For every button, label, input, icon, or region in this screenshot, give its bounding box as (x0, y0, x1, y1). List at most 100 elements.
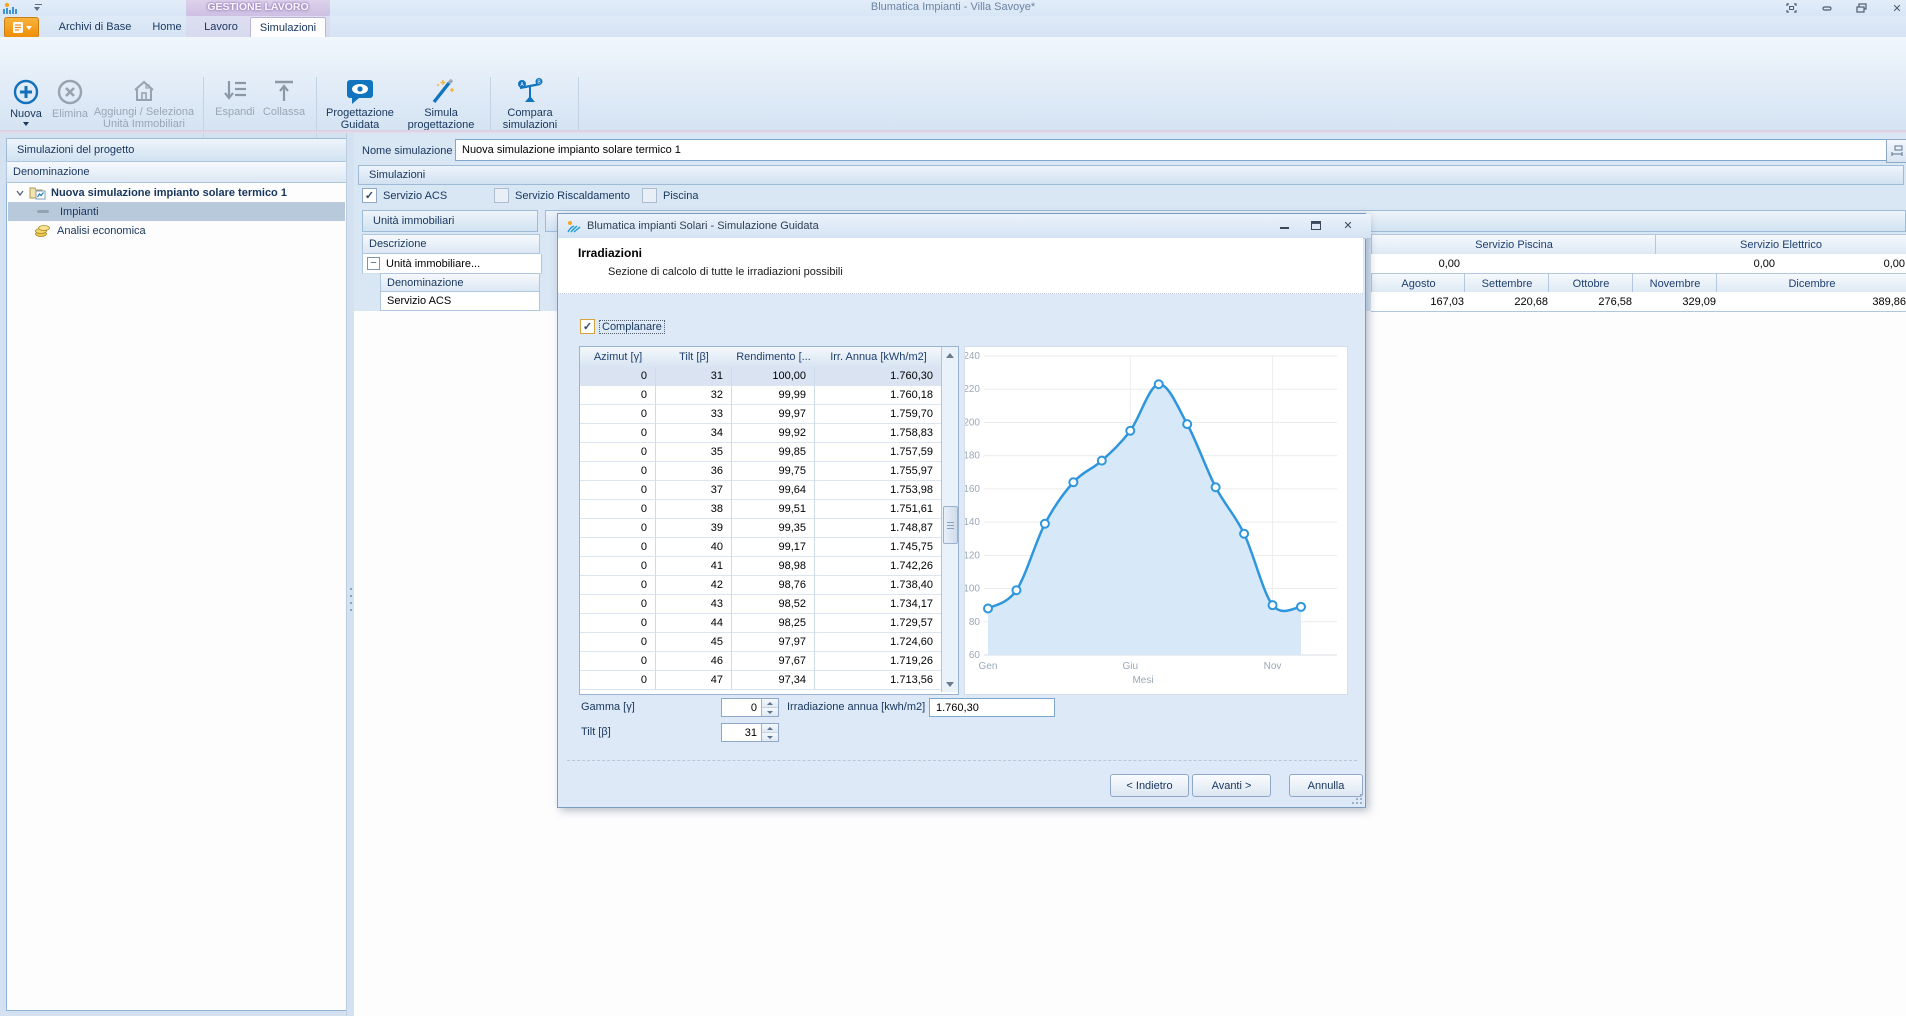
minimize-icon[interactable] (1816, 2, 1838, 14)
house-icon (131, 78, 157, 104)
compara-simulazioni-button[interactable]: AB Compara simulazioni (494, 78, 566, 131)
aggiungi-seleziona-button[interactable]: Aggiungi / Seleziona Unità Immobiliari (92, 78, 196, 130)
irradiation-cell: 99,99 (732, 386, 815, 405)
svg-text:160: 160 (965, 484, 980, 495)
checkbox-icon (494, 188, 509, 203)
irradiation-row[interactable]: 031100,001.760,30 (580, 367, 942, 386)
irradiation-cell: 100,00 (732, 367, 815, 386)
irradiation-row[interactable]: 04597,971.724,60 (580, 633, 942, 652)
tab-home[interactable]: Home (142, 17, 192, 37)
fullscreen-icon[interactable] (1780, 2, 1802, 14)
irradiation-row[interactable]: 03799,641.753,98 (580, 481, 942, 500)
irradiation-row[interactable]: 03399,971.759,70 (580, 405, 942, 424)
project-simulations-panel: Simulazioni del progetto Denominazione N… (6, 138, 348, 1011)
irradiation-row[interactable]: 03599,851.757,59 (580, 443, 942, 462)
bg-header-servizio-elettrico: Servizio Elettrico (1655, 234, 1906, 255)
svg-text:Nov: Nov (1264, 661, 1282, 672)
tab-lavoro[interactable]: Lavoro (192, 17, 250, 37)
irradiation-cell: 42 (656, 576, 732, 595)
file-menu-button[interactable] (4, 17, 39, 38)
denominazione-sub-header: Denominazione (380, 273, 540, 292)
progettazione-guidata-button[interactable]: Progettazione Guidata (322, 78, 398, 131)
svg-text:140: 140 (965, 517, 980, 528)
irradiation-cell: 33 (656, 405, 732, 424)
irradiation-row[interactable]: 04298,761.738,40 (580, 576, 942, 595)
irradiation-table: Azimut [γ] Tilt [β] Rendimento [... Irr.… (579, 346, 959, 695)
tilt-spinner[interactable]: 31 (721, 723, 779, 742)
irradiation-row[interactable]: 03499,921.758,83 (580, 424, 942, 443)
close-icon[interactable]: ✕ (1886, 2, 1906, 14)
complanare-checkbox[interactable]: ✓ Complanare (580, 319, 664, 334)
nuova-button[interactable]: Nuova (6, 78, 46, 126)
checkbox-piscina[interactable]: Piscina (642, 188, 698, 203)
irradiation-cell: 1.713,56 (815, 671, 942, 690)
tree-item-impianti[interactable]: Impianti (8, 202, 345, 221)
irradiation-cell: 39 (656, 519, 732, 538)
title-bar: Blumatica Impianti - Villa Savoye* GESTI… (0, 0, 1906, 16)
irradiation-row[interactable]: 03699,751.755,97 (580, 462, 942, 481)
irradiation-cell: 44 (656, 614, 732, 633)
restore-icon[interactable] (1850, 2, 1872, 14)
collassa-button[interactable]: Collassa (260, 78, 308, 118)
collapse-list-icon (271, 78, 297, 104)
irradiation-cell: 0 (580, 405, 656, 424)
simula-progettazione-button[interactable]: Simula progettazione (400, 78, 482, 131)
irradiation-cell: 1.724,60 (815, 633, 942, 652)
dialog-restore-icon[interactable] (1305, 218, 1327, 233)
indietro-button[interactable]: < Indietro (1110, 774, 1189, 797)
bg-month-header: Dicembre (1716, 273, 1906, 294)
svg-text:Giu: Giu (1122, 661, 1138, 672)
irradiation-row[interactable]: 03999,351.748,87 (580, 519, 942, 538)
tree-item-simulation-root[interactable]: Nuova simulazione impianto solare termic… (8, 183, 345, 202)
bg-month-header: Settembre (1464, 273, 1550, 294)
dialog-title-bar[interactable]: Blumatica impianti Solari - Simulazione … (558, 214, 1371, 239)
irradiation-row[interactable]: 04797,341.713,56 (580, 671, 942, 690)
irradiation-cell: 47 (656, 671, 732, 690)
irradiation-row[interactable]: 03299,991.760,18 (580, 386, 942, 405)
unita-group-row[interactable]: − Unità immobiliare... (362, 254, 542, 274)
irradiation-cell: 0 (580, 424, 656, 443)
field-side-button[interactable] (1886, 139, 1906, 163)
dialog-minimize-icon[interactable] (1273, 218, 1295, 233)
wizard-dialog: Blumatica impianti Solari - Simulazione … (557, 213, 1366, 808)
scroll-up-icon[interactable] (942, 347, 957, 363)
unita-item-row[interactable]: Servizio ACS (380, 292, 540, 311)
tree-expander-icon[interactable] (16, 190, 24, 196)
irradiation-cell: 0 (580, 614, 656, 633)
col-header-azimut[interactable]: Azimut [γ] (580, 347, 657, 368)
collapse-box-icon[interactable]: − (367, 257, 380, 270)
scrollbar-thumb[interactable] (943, 506, 958, 544)
scroll-down-icon[interactable] (942, 676, 957, 692)
elimina-label: Elimina (52, 108, 88, 120)
irradiation-cell: 1.757,59 (815, 443, 942, 462)
checkbox-servizio-acs[interactable]: ✓ Servizio ACS (362, 188, 447, 203)
col-header-tilt[interactable]: Tilt [β] (656, 347, 733, 368)
col-header-irr-annua[interactable]: Irr. Annua [kWh/m2] (815, 347, 942, 368)
spinner-buttons[interactable] (761, 724, 778, 741)
tab-archivi-di-base[interactable]: Archivi di Base (48, 17, 142, 37)
espandi-button[interactable]: Espandi (212, 78, 258, 118)
tree-item-analisi-economica[interactable]: Analisi economica (8, 221, 345, 240)
irradiation-cell: 97,97 (732, 633, 815, 652)
tab-simulazioni[interactable]: Simulazioni (250, 17, 326, 38)
spinner-buttons[interactable] (761, 699, 778, 716)
irradiation-cell: 0 (580, 367, 656, 386)
irradiation-cell: 0 (580, 557, 656, 576)
irradiation-row[interactable]: 04697,671.719,26 (580, 652, 942, 671)
elimina-button[interactable]: Elimina (48, 78, 92, 120)
col-header-rendimento[interactable]: Rendimento [... (732, 347, 816, 368)
irradiation-row[interactable]: 03899,511.751,61 (580, 500, 942, 519)
irradiation-row[interactable]: 04198,981.742,26 (580, 557, 942, 576)
checkbox-label: Servizio ACS (383, 190, 447, 202)
irradiation-row[interactable]: 04398,521.734,17 (580, 595, 942, 614)
table-scrollbar[interactable] (941, 347, 958, 692)
irradiation-cell: 99,64 (732, 481, 815, 500)
nome-simulazione-input[interactable]: Nuova simulazione impianto solare termic… (455, 139, 1895, 161)
dialog-close-icon[interactable]: ✕ (1337, 218, 1359, 233)
gamma-spinner[interactable]: 0 (721, 698, 779, 717)
checkbox-servizio-riscaldamento[interactable]: Servizio Riscaldamento (494, 188, 630, 203)
irradiation-row[interactable]: 04099,171.745,75 (580, 538, 942, 557)
dialog-resize-grip[interactable] (1352, 794, 1362, 804)
avanti-button[interactable]: Avanti > (1192, 774, 1271, 797)
irradiation-row[interactable]: 04498,251.729,57 (580, 614, 942, 633)
